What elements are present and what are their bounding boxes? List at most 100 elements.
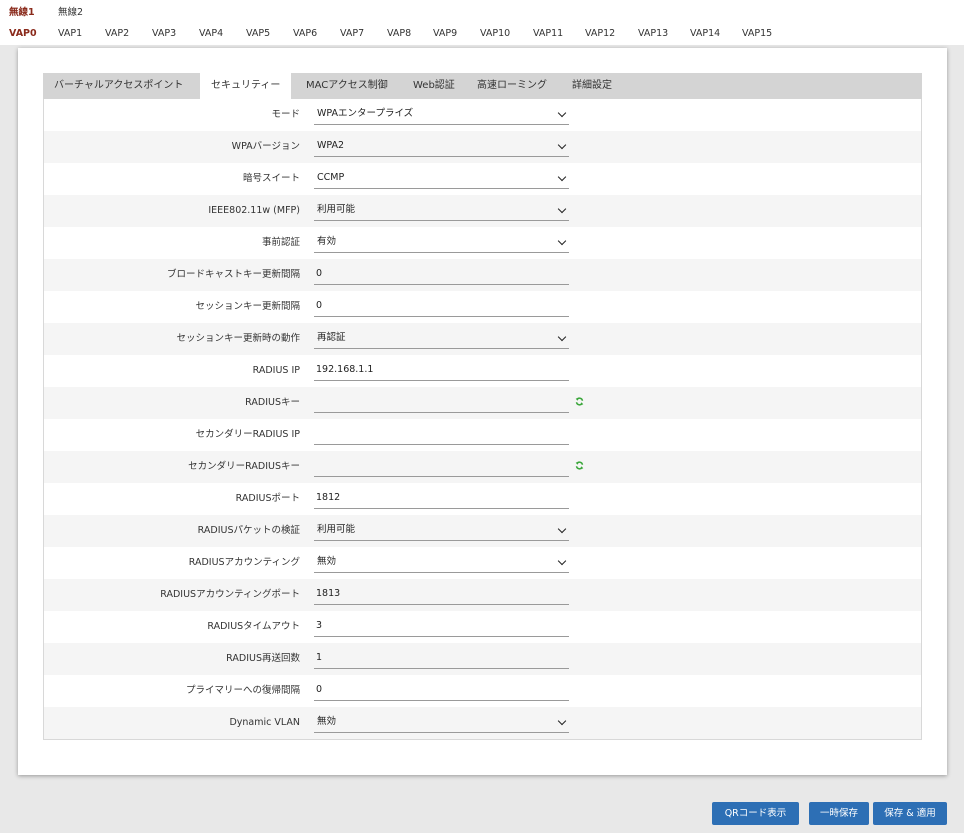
tab-vap1[interactable]: VAP1	[58, 28, 82, 39]
tab-vap14[interactable]: VAP14	[690, 28, 720, 39]
tab-vap9[interactable]: VAP9	[433, 28, 457, 39]
form-row-dynamic-vlan: Dynamic VLAN 無効	[44, 707, 921, 739]
refresh-icon[interactable]	[575, 397, 584, 406]
field-label: プライマリーへの復帰間隔	[185, 685, 300, 696]
field-label: 事前認証	[261, 237, 300, 248]
pre-auth-select[interactable]: 有効	[314, 232, 569, 253]
tab-web-auth[interactable]: Web認証	[413, 73, 455, 99]
radius-retries-input[interactable]: 1	[314, 648, 569, 669]
field-label: セッションキー更新間隔	[195, 301, 300, 312]
tab-vap15[interactable]: VAP15	[742, 28, 772, 39]
primary-return-interval-input[interactable]: 0	[314, 680, 569, 701]
session-key-action-select[interactable]: 再認証	[314, 328, 569, 349]
tab-vap11[interactable]: VAP11	[533, 28, 563, 39]
tab-vap8[interactable]: VAP8	[387, 28, 411, 39]
form-row-pre-auth: 事前認証 有効	[44, 227, 921, 259]
form-row-radius-accounting-port: RADIUSアカウンティングポート 1813	[44, 579, 921, 611]
chevron-down-icon	[557, 140, 567, 150]
session-key-interval-input[interactable]: 0	[314, 296, 569, 317]
tab-radio-2[interactable]: 無線2	[58, 4, 83, 18]
tab-vap4[interactable]: VAP4	[199, 28, 223, 39]
secondary-radius-ip-input[interactable]	[314, 424, 569, 445]
chevron-down-icon	[557, 556, 567, 566]
field-value: 無効	[317, 716, 337, 727]
radius-accounting-port-input[interactable]: 1813	[314, 584, 569, 605]
field-value: WPA2	[317, 140, 345, 151]
mode-select[interactable]: WPAエンタープライズ	[314, 104, 569, 125]
field-value: 0	[316, 300, 323, 311]
field-value: 3	[316, 620, 323, 631]
radius-ip-input[interactable]: 192.168.1.1	[314, 360, 569, 381]
chevron-down-icon	[557, 524, 567, 534]
radius-port-input[interactable]: 1812	[314, 488, 569, 509]
form-row-session-key-action: セッションキー更新時の動作 再認証	[44, 323, 921, 355]
field-label: セッションキー更新時の動作	[176, 333, 300, 344]
tab-vap2[interactable]: VAP2	[105, 28, 129, 39]
field-value: 有効	[317, 236, 337, 247]
form-row-wpa-version: WPAバージョン WPA2	[44, 131, 921, 163]
form-row-cipher-suite: 暗号スイート CCMP	[44, 163, 921, 195]
tab-vap3[interactable]: VAP3	[152, 28, 176, 39]
form-row-session-key-interval: セッションキー更新間隔 0	[44, 291, 921, 323]
top-navigation: 無線1 無線2 VAP0 VAP1 VAP2 VAP3 VAP4 VAP5 VA…	[0, 0, 964, 45]
field-label: IEEE802.11w (MFP)	[208, 205, 300, 216]
field-label: RADIUS IP	[252, 365, 300, 376]
tab-vap13[interactable]: VAP13	[638, 28, 668, 39]
radius-accounting-select[interactable]: 無効	[314, 552, 569, 573]
tab-mac-access-control[interactable]: MACアクセス制御	[306, 73, 388, 99]
security-subtabs: バーチャルアクセスポイント セキュリティー MACアクセス制御 Web認証 高速…	[43, 73, 922, 99]
radius-key-input[interactable]	[314, 392, 569, 413]
tab-vap7[interactable]: VAP7	[340, 28, 364, 39]
secondary-radius-key-input[interactable]	[314, 456, 569, 477]
field-value: 再認証	[317, 332, 346, 343]
tab-radio-1[interactable]: 無線1	[9, 4, 35, 18]
form-row-secondary-radius-key: セカンダリーRADIUSキー	[44, 451, 921, 483]
radius-timeout-input[interactable]: 3	[314, 616, 569, 637]
field-label: RADIUSアカウンティング	[188, 557, 300, 568]
field-value: 1813	[316, 588, 341, 599]
field-label: WPAバージョン	[231, 141, 300, 152]
chevron-down-icon	[557, 236, 567, 246]
field-value: 0	[316, 684, 323, 695]
qr-code-button[interactable]: QRコード表示	[712, 802, 799, 825]
form-row-radius-timeout: RADIUSタイムアウト 3	[44, 611, 921, 643]
field-label: RADIUSパケットの検証	[197, 525, 300, 536]
tab-vap10[interactable]: VAP10	[480, 28, 510, 39]
field-value: 1812	[316, 492, 341, 503]
form-row-radius-packet-verify: RADIUSパケットの検証 利用可能	[44, 515, 921, 547]
refresh-icon[interactable]	[575, 461, 584, 470]
field-label: セカンダリーRADIUSキー	[188, 461, 300, 472]
tab-virtual-access-point[interactable]: バーチャルアクセスポイント	[54, 73, 183, 99]
tab-vap0[interactable]: VAP0	[9, 28, 37, 39]
field-label: 暗号スイート	[242, 173, 300, 184]
tab-vap6[interactable]: VAP6	[293, 28, 317, 39]
field-value: 1	[316, 652, 323, 663]
broadcast-key-interval-input[interactable]: 0	[314, 264, 569, 285]
radius-packet-verify-select[interactable]: 利用可能	[314, 520, 569, 541]
form-row-primary-return-interval: プライマリーへの復帰間隔 0	[44, 675, 921, 707]
form-row-radius-key: RADIUSキー	[44, 387, 921, 419]
chevron-down-icon	[557, 332, 567, 342]
field-label: Dynamic VLAN	[229, 717, 300, 728]
tab-vap12[interactable]: VAP12	[585, 28, 615, 39]
mfp-select[interactable]: 利用可能	[314, 200, 569, 221]
tab-advanced[interactable]: 詳細設定	[572, 73, 612, 99]
field-label: モード	[271, 109, 300, 120]
settings-panel: バーチャルアクセスポイント セキュリティー MACアクセス制御 Web認証 高速…	[18, 48, 947, 775]
save-apply-button[interactable]: 保存 & 適用	[873, 802, 947, 825]
dynamic-vlan-select[interactable]: 無効	[314, 712, 569, 733]
field-label: RADIUSポート	[235, 493, 300, 504]
chevron-down-icon	[557, 204, 567, 214]
temp-save-button[interactable]: 一時保存	[809, 802, 869, 825]
chevron-down-icon	[557, 108, 567, 118]
tab-vap5[interactable]: VAP5	[246, 28, 270, 39]
field-value: 0	[316, 268, 323, 279]
cipher-suite-select[interactable]: CCMP	[314, 168, 569, 189]
field-label: ブロードキャストキー更新間隔	[166, 269, 300, 280]
field-label: RADIUS再送回数	[226, 653, 300, 664]
wpa-version-select[interactable]: WPA2	[314, 136, 569, 157]
form-row-broadcast-key-interval: ブロードキャストキー更新間隔 0	[44, 259, 921, 291]
field-label: セカンダリーRADIUS IP	[195, 429, 300, 440]
tab-fast-roaming[interactable]: 高速ローミング	[477, 73, 547, 99]
tab-security[interactable]: セキュリティー	[200, 73, 292, 99]
